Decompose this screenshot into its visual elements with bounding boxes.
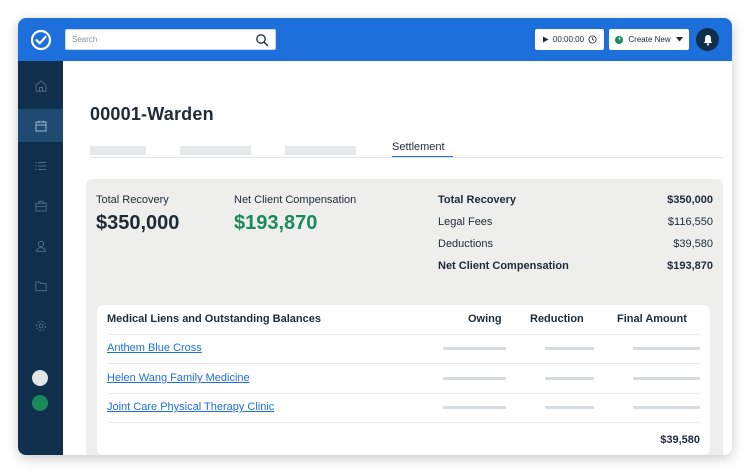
- top-bar: 00:00:00 + Create New: [18, 18, 732, 61]
- column-owing: Owing: [468, 313, 502, 325]
- lien-link[interactable]: Helen Wang Family Medicine: [107, 372, 250, 384]
- sidebar: [18, 61, 63, 455]
- status-avatar[interactable]: [32, 395, 48, 411]
- tab-placeholder[interactable]: [285, 146, 356, 155]
- clock-icon: [588, 35, 597, 44]
- net-compensation-label: Net Client Compensation: [234, 194, 357, 206]
- settlement-panel: Total Recovery $350,000 Net Client Compe…: [86, 179, 723, 455]
- reduction-cell: [545, 406, 594, 409]
- owing-cell: [443, 377, 506, 380]
- liens-total: $39,580: [660, 434, 700, 446]
- liens-header: Medical Liens and Outstanding Balances: [107, 313, 321, 325]
- sidebar-item-home[interactable]: [18, 69, 63, 102]
- sidebar-item-matters[interactable]: [18, 189, 63, 222]
- summary-legal-fees-value: $116,550: [667, 216, 713, 228]
- sidebar-item-settings[interactable]: [18, 309, 63, 342]
- final-amount-cell: [633, 406, 700, 409]
- owing-cell: [443, 347, 506, 350]
- summary-net-compensation-value: $193,870: [667, 260, 713, 272]
- lien-link[interactable]: Anthem Blue Cross: [107, 342, 202, 354]
- net-compensation-value: $193,870: [234, 212, 318, 234]
- sidebar-item-contacts[interactable]: [18, 229, 63, 262]
- tab-settlement[interactable]: Settlement: [392, 141, 445, 153]
- row-divider: [107, 363, 700, 364]
- sidebar-item-documents[interactable]: [18, 269, 63, 302]
- summary-net-compensation-label: Net Client Compensation: [438, 260, 569, 272]
- reduction-cell: [545, 347, 594, 350]
- row-divider: [107, 393, 700, 394]
- column-final-amount: Final Amount: [617, 313, 687, 325]
- owing-cell: [443, 406, 506, 409]
- summary-legal-fees-label: Legal Fees: [438, 216, 493, 228]
- summary-deductions-label: Deductions: [438, 238, 494, 250]
- app-logo[interactable]: [18, 18, 63, 61]
- check-circle-icon: [30, 29, 51, 50]
- gear-icon: [35, 320, 46, 331]
- main-content: 00001-Warden Settlement Total Recovery $…: [63, 61, 732, 455]
- bell-icon: [703, 34, 712, 45]
- column-reduction: Reduction: [530, 313, 584, 325]
- avatar[interactable]: [32, 370, 48, 386]
- timer-button[interactable]: 00:00:00: [535, 29, 604, 50]
- tab-placeholder[interactable]: [180, 146, 251, 155]
- home-icon: [35, 79, 46, 92]
- calendar-icon: [35, 120, 46, 131]
- search-input[interactable]: [66, 30, 246, 49]
- sidebar-item-calendar[interactable]: [18, 109, 63, 142]
- timer-value: 00:00:00: [552, 35, 585, 44]
- sidebar-item-list[interactable]: [18, 149, 63, 182]
- plus-icon: +: [615, 35, 624, 44]
- summary-total-recovery-label: Total Recovery: [438, 194, 517, 206]
- list-icon: [34, 161, 46, 170]
- search-icon[interactable]: [255, 33, 269, 47]
- row-divider: [107, 422, 700, 423]
- total-recovery-value: $350,000: [96, 212, 180, 234]
- summary-total-recovery-value: $350,000: [667, 194, 713, 206]
- app-window: 00:00:00 + Create New: [18, 18, 732, 455]
- final-amount-cell: [633, 347, 700, 350]
- total-recovery-label: Total Recovery: [96, 194, 169, 206]
- user-icon: [35, 240, 46, 252]
- create-new-button[interactable]: + Create New: [609, 29, 689, 50]
- briefcase-icon: [34, 200, 47, 211]
- final-amount-cell: [633, 377, 700, 380]
- page-title: 00001-Warden: [90, 104, 214, 124]
- tabs-divider: [90, 157, 723, 158]
- lien-link[interactable]: Joint Care Physical Therapy Clinic: [107, 401, 274, 413]
- summary-deductions-value: $39,580: [673, 238, 713, 250]
- caret-down-icon: [675, 37, 683, 42]
- search-box: [65, 29, 276, 50]
- notifications-button[interactable]: [696, 28, 719, 51]
- create-new-label: Create New: [628, 35, 671, 44]
- folder-icon: [34, 281, 47, 291]
- play-icon: [542, 36, 549, 43]
- liens-card: Medical Liens and Outstanding Balances O…: [97, 305, 710, 455]
- row-divider: [107, 334, 700, 335]
- reduction-cell: [545, 377, 594, 380]
- tab-placeholder[interactable]: [90, 146, 146, 155]
